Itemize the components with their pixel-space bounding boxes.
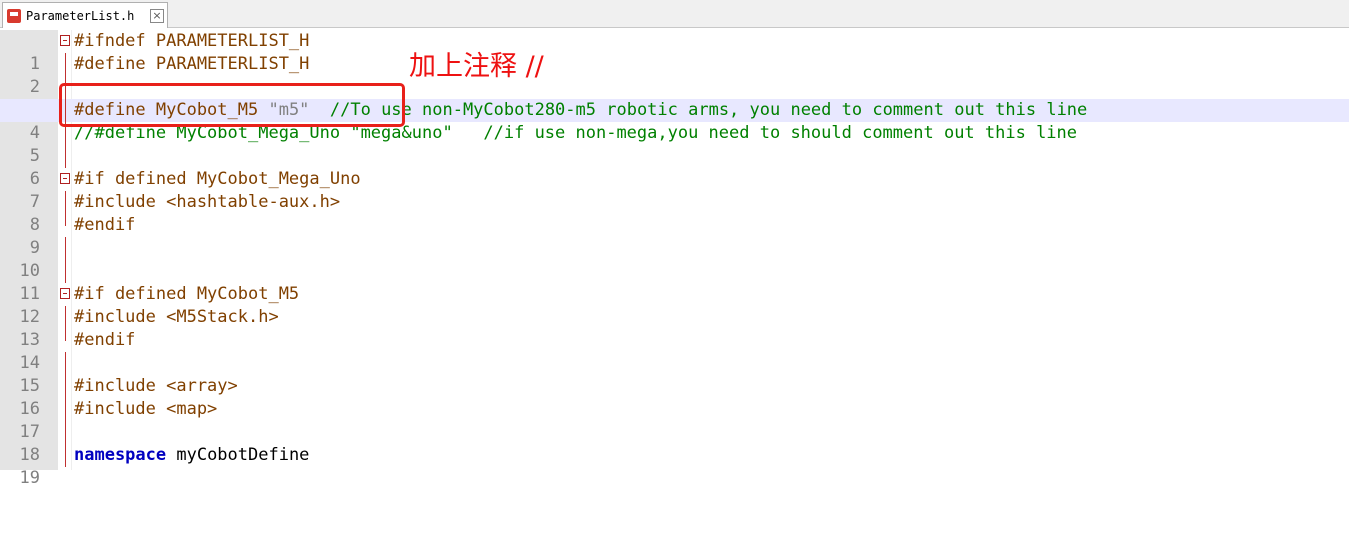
fold-line <box>65 191 66 214</box>
line-number: 19 <box>19 468 40 488</box>
fold-minus-icon[interactable] <box>60 35 70 46</box>
code-text: #include <map> <box>74 399 218 419</box>
code-line-15: 15 <box>0 352 1349 396</box>
code-text: #ifndef PARAMETERLIST_H <box>74 31 310 51</box>
code-text: #include <hashtable-aux.h> <box>74 192 341 212</box>
code-line-8: 8 #include <hashtable-aux.h> <box>0 191 1349 235</box>
code-text: #if defined MyCobot_Mega_Uno <box>74 169 361 189</box>
code-line-19: 19 namespace myCobotDefine <box>0 444 1349 488</box>
file-tab[interactable]: ParameterList.h × <box>2 2 168 28</box>
code-line-18: 18 <box>0 421 1349 465</box>
annotation-note: 加上注释 // <box>409 51 544 82</box>
fold-line <box>65 53 66 76</box>
code-text: #endif <box>74 330 136 350</box>
code-line-9: 9 #endif <box>0 214 1349 258</box>
tab-bar: ParameterList.h × <box>0 0 1349 28</box>
code-text: #if defined MyCobot_M5 <box>74 284 300 304</box>
code-text: namespace myCobotDefine <box>74 445 310 465</box>
file-tab-label: ParameterList.h <box>26 8 135 23</box>
code-line-2: 2 #define PARAMETERLIST_H <box>0 53 1349 97</box>
fold-line <box>65 237 66 260</box>
code-line-6: 6 <box>0 145 1349 189</box>
code-line-7: 7 #if defined MyCobot_Mega_Uno <box>0 168 1349 212</box>
fold-line <box>65 306 66 329</box>
fold-minus-icon[interactable] <box>60 288 70 299</box>
code-text: #define PARAMETERLIST_H <box>74 54 310 74</box>
fold-line <box>65 145 66 168</box>
fold-line <box>65 444 66 467</box>
fold-line <box>65 375 66 398</box>
fold-line <box>65 352 66 375</box>
code-text: #include <M5Stack.h> <box>74 307 279 327</box>
fold-line <box>65 214 66 226</box>
saved-file-icon <box>7 8 21 23</box>
fold-minus-icon[interactable] <box>60 173 70 184</box>
fold-line <box>65 260 66 283</box>
code-line-16: 16 #include <array> <box>0 375 1349 419</box>
fold-line <box>65 421 66 444</box>
code-line-13: 13 #include <M5Stack.h> <box>0 306 1349 350</box>
fold-line <box>65 398 66 421</box>
close-tab-icon[interactable]: × <box>150 8 164 23</box>
code-line-12: 12 #if defined MyCobot_M5 <box>0 283 1349 327</box>
code-line-14: 14 #endif <box>0 329 1349 373</box>
code-text: #endif <box>74 215 136 235</box>
annotation-highlight-box <box>59 83 405 127</box>
code-line-17: 17 #include <map> <box>0 398 1349 442</box>
fold-line <box>65 329 66 341</box>
code-text: #include <array> <box>74 376 238 396</box>
code-line-11: 11 <box>0 260 1349 304</box>
code-line-10: 10 <box>0 237 1349 281</box>
code-line-1: 1 #ifndef PARAMETERLIST_H <box>0 30 1349 74</box>
